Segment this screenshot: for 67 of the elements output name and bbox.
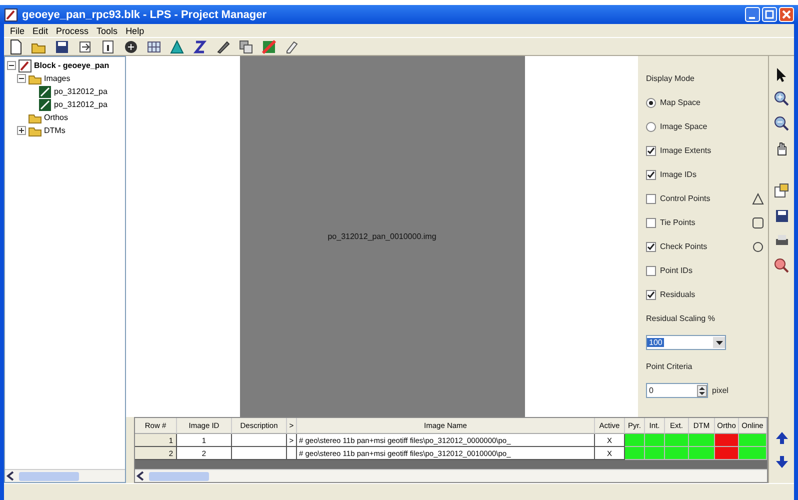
checkbox-label: Image IDs — [660, 170, 696, 179]
caret-icon — [716, 340, 722, 344]
scaling-dropdown[interactable]: 100 — [646, 335, 726, 350]
scroll-thumb[interactable] — [19, 472, 79, 480]
down-arrow-icon[interactable] — [774, 455, 788, 469]
collapse-icon[interactable] — [17, 74, 26, 83]
up-arrow-icon[interactable] — [774, 431, 788, 445]
tree-item[interactable]: Block - geoeye_pan — [34, 61, 110, 70]
tree-item[interactable]: Orthos — [44, 113, 68, 122]
checkbox[interactable] — [646, 170, 656, 180]
checkbox-label: Image Extents — [660, 146, 712, 155]
spin-arrows-icon[interactable] — [697, 384, 707, 396]
menu-item[interactable]: Tools — [94, 26, 121, 36]
section-label: Display Mode — [646, 74, 694, 83]
expand-icon[interactable] — [17, 126, 26, 135]
checkbox[interactable] — [646, 194, 656, 204]
tree-item[interactable]: po_312012_pa — [54, 87, 108, 96]
checkbox[interactable] — [646, 146, 656, 156]
z-icon[interactable] — [192, 38, 208, 54]
checkbox[interactable] — [646, 218, 656, 228]
collapse-icon[interactable] — [7, 61, 16, 70]
window-title: geoeye_pan_rpc93.blk - LPS - Project Manager — [22, 8, 267, 20]
tree-item[interactable]: Images — [44, 74, 70, 83]
checkbox-label: Residuals — [660, 290, 696, 299]
checkbox-label: Point IDs — [660, 266, 692, 275]
image-icon — [38, 84, 52, 98]
checkbox[interactable] — [646, 242, 656, 252]
radio-label: Image Space — [660, 122, 708, 131]
checkbox-label: Control Points — [660, 194, 710, 203]
menu-item[interactable]: Process — [53, 26, 92, 36]
criteria-spinner[interactable]: 0 — [646, 383, 708, 398]
checkbox-label: Tie Points — [660, 218, 696, 227]
horizontal-scrollbar[interactable] — [135, 469, 767, 482]
tree-item[interactable]: DTMs — [44, 126, 66, 135]
unit-label: pixel — [712, 386, 728, 395]
minimize-button[interactable] — [745, 7, 760, 22]
image-icon — [38, 98, 52, 112]
save-icon[interactable] — [774, 208, 790, 224]
close-button[interactable] — [779, 7, 794, 22]
scroll-thumb[interactable] — [149, 472, 209, 480]
checkbox[interactable] — [646, 290, 656, 300]
magnifier-icon[interactable] — [774, 258, 790, 274]
grid-icon[interactable] — [146, 38, 162, 54]
save-icon[interactable] — [54, 38, 70, 54]
section-label: Point Criteria — [646, 362, 692, 371]
menu-item[interactable]: File — [7, 26, 28, 36]
window-icon[interactable] — [774, 183, 790, 199]
image-label: po_312012_pan_0010000.img — [328, 232, 436, 241]
zoom-in-icon[interactable] — [774, 91, 790, 107]
radio-button[interactable] — [646, 98, 656, 108]
zoom-out-icon[interactable] — [774, 116, 790, 132]
circle-icon[interactable] — [123, 38, 139, 54]
app-icon — [4, 8, 18, 22]
menu-item[interactable]: Edit — [30, 26, 52, 36]
horizontal-scrollbar[interactable] — [5, 469, 125, 482]
block-icon — [18, 58, 32, 72]
checkbox-label: Check Points — [660, 242, 708, 251]
import-icon[interactable] — [77, 38, 93, 54]
radio-label: Map Space — [660, 98, 700, 107]
section-label: Residual Scaling % — [646, 314, 715, 323]
layers-icon[interactable] — [238, 38, 254, 54]
triangle-icon[interactable] — [169, 38, 185, 54]
maximize-button[interactable] — [762, 7, 777, 22]
radio-button[interactable] — [646, 122, 656, 132]
menu-item[interactable]: Help — [122, 26, 148, 36]
tree-item[interactable]: po_312012_pa — [54, 100, 108, 109]
checkbox[interactable] — [646, 266, 656, 276]
